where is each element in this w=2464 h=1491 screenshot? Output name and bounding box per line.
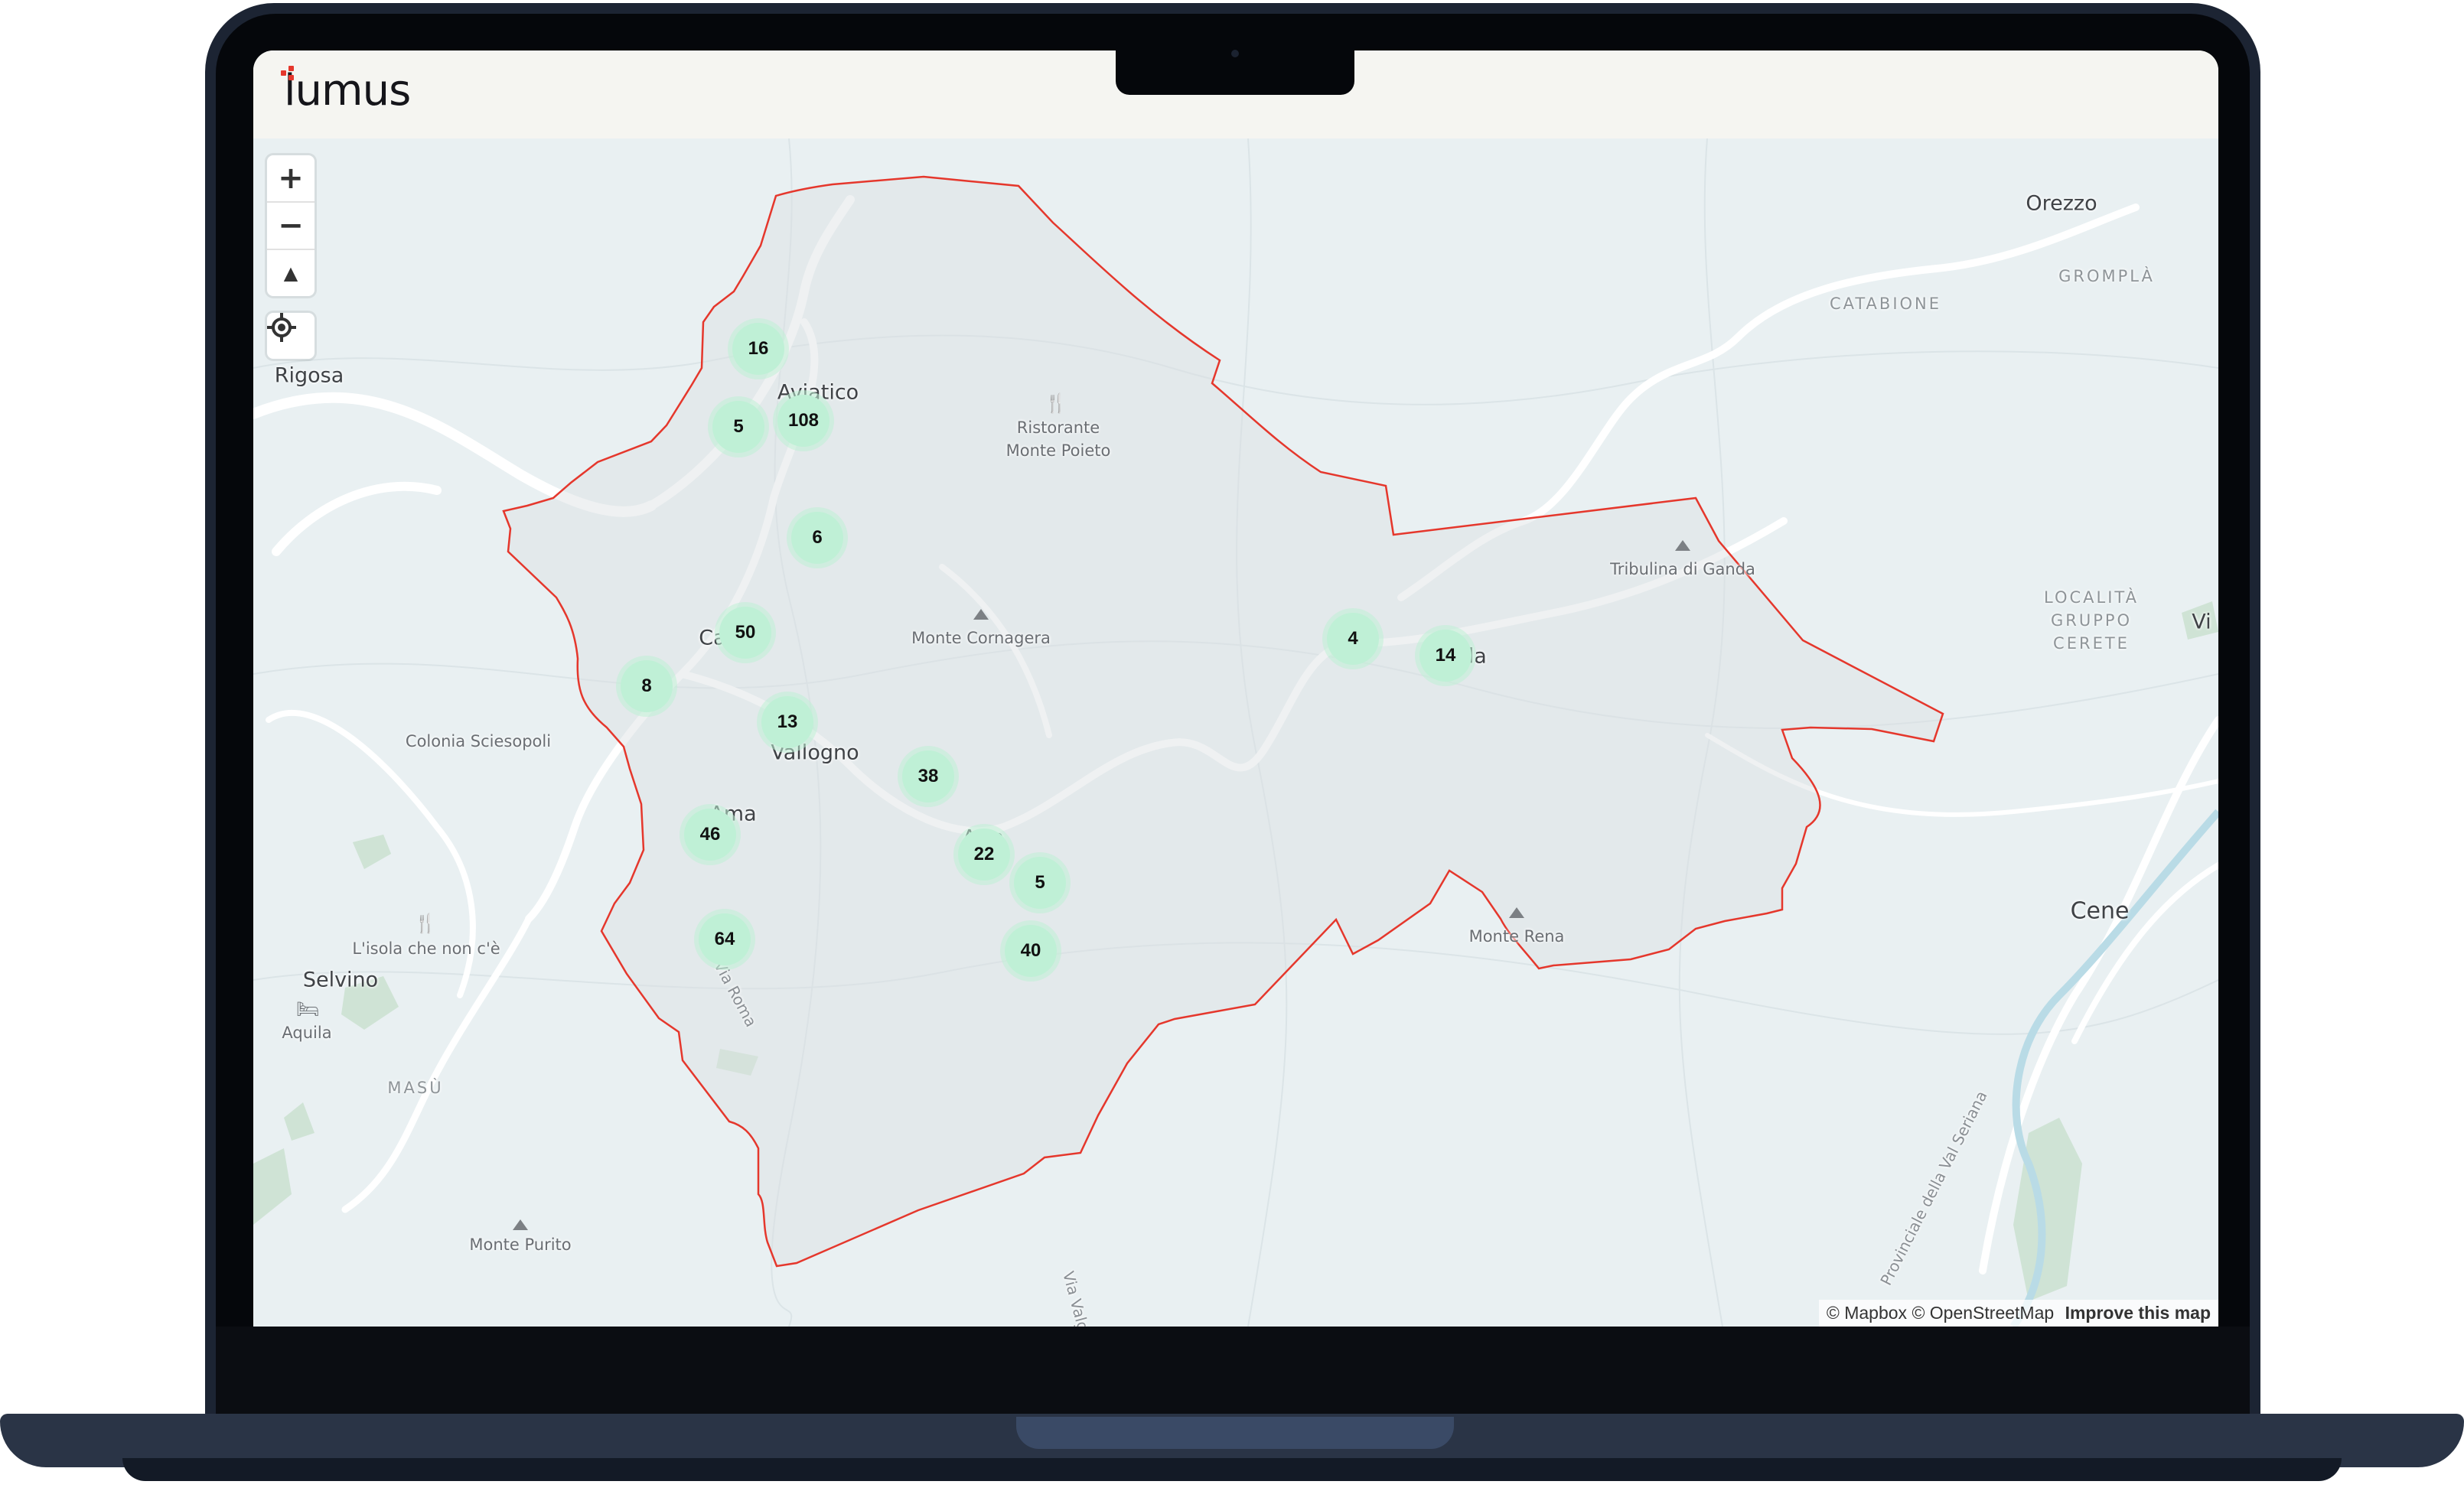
marker-cluster[interactable]: 22 xyxy=(958,829,1010,881)
place-label-rigosa: Rigosa xyxy=(274,363,344,388)
marker-cluster[interactable]: 6 xyxy=(791,512,843,564)
place-label-masu: MASÙ xyxy=(387,1079,444,1097)
place-label-selvino: Selvino xyxy=(302,968,379,992)
marker-cluster[interactable]: 14 xyxy=(1419,630,1472,682)
geolocate-control xyxy=(267,313,315,359)
marker-cluster[interactable]: 50 xyxy=(719,607,771,659)
camera-icon xyxy=(1231,50,1239,57)
poi-label-ristorante: Ristorante xyxy=(1016,418,1100,437)
laptop-chin xyxy=(216,1327,2250,1418)
peak-label-tribulina: Tribulina di Ganda xyxy=(1610,560,1755,578)
attribution-osm-link[interactable]: © OpenStreetMap xyxy=(1912,1303,2054,1323)
marker-cluster[interactable]: 64 xyxy=(699,913,751,965)
marker-cluster[interactable]: 108 xyxy=(777,395,829,447)
peak-label-monte-rena: Monte Rena xyxy=(1468,927,1565,946)
restaurant-icon: 🍴 xyxy=(414,913,437,934)
peak-label-monte-cornagera: Monte Cornagera xyxy=(911,629,1051,647)
place-label-cene: Cene xyxy=(2070,897,2130,925)
poi-label-monte-poieto: Monte Poieto xyxy=(1005,441,1111,460)
lumus-logo[interactable]: lumus xyxy=(281,66,411,127)
laptop-thumb-notch xyxy=(1016,1417,1454,1449)
place-label-catabione: CATABIONE xyxy=(1829,295,1942,313)
place-label-localita-1: LOCALITÀ xyxy=(2044,588,2139,607)
marker-cluster[interactable]: 46 xyxy=(684,809,736,861)
restaurant-icon: 🍴 xyxy=(1045,392,1067,414)
marker-cluster[interactable]: 5 xyxy=(712,401,764,453)
improve-map-link[interactable]: Improve this map xyxy=(2065,1303,2211,1323)
screen: lumus + − ▲ Orezzo CATABIONE GROMPLÀ Rig… xyxy=(253,50,2218,1327)
peak-label-monte-purito: Monte Purito xyxy=(469,1235,572,1254)
poi-label-aquila: Aquila xyxy=(282,1024,332,1042)
zoom-in-button[interactable]: + xyxy=(267,155,315,203)
place-label-colonia: Colonia Sciesopoli xyxy=(405,732,552,750)
zoom-control-group: + − ▲ xyxy=(267,155,315,296)
logo-text: lumus xyxy=(284,66,411,116)
compass-button[interactable]: ▲ xyxy=(267,250,315,296)
crosshair-icon xyxy=(267,313,296,342)
place-label-localita-3: CERETE xyxy=(2053,634,2130,653)
marker-cluster[interactable]: 40 xyxy=(1005,925,1057,977)
marker-cluster[interactable]: 4 xyxy=(1327,613,1379,665)
marker-cluster[interactable]: 13 xyxy=(761,696,813,748)
place-label-localita-2: GRUPPO xyxy=(2050,611,2133,630)
laptop-base-shadow xyxy=(122,1458,2342,1481)
zoom-out-button[interactable]: − xyxy=(267,203,315,250)
place-label-orezzo: Orezzo xyxy=(2026,191,2097,216)
marker-cluster[interactable]: 8 xyxy=(621,660,673,712)
marker-cluster[interactable]: 5 xyxy=(1014,857,1066,909)
place-label-vi: Vi xyxy=(2192,610,2211,634)
map-canvas[interactable]: + − ▲ Orezzo CATABIONE GROMPLÀ Rigosa Av… xyxy=(253,138,2218,1327)
marker-cluster[interactable]: 16 xyxy=(732,323,784,375)
map-attribution: © Mapbox © OpenStreetMap Improve this ma… xyxy=(1818,1300,2218,1327)
marker-cluster[interactable]: 38 xyxy=(902,750,954,802)
hotel-icon: 🛏 xyxy=(295,998,320,1020)
place-label-grompla: GROMPLÀ xyxy=(2058,267,2155,285)
poi-label-isola: L'isola che non c'è xyxy=(352,939,500,958)
geolocate-button[interactable] xyxy=(267,313,315,359)
attribution-mapbox-link[interactable]: © Mapbox xyxy=(1827,1303,1907,1323)
